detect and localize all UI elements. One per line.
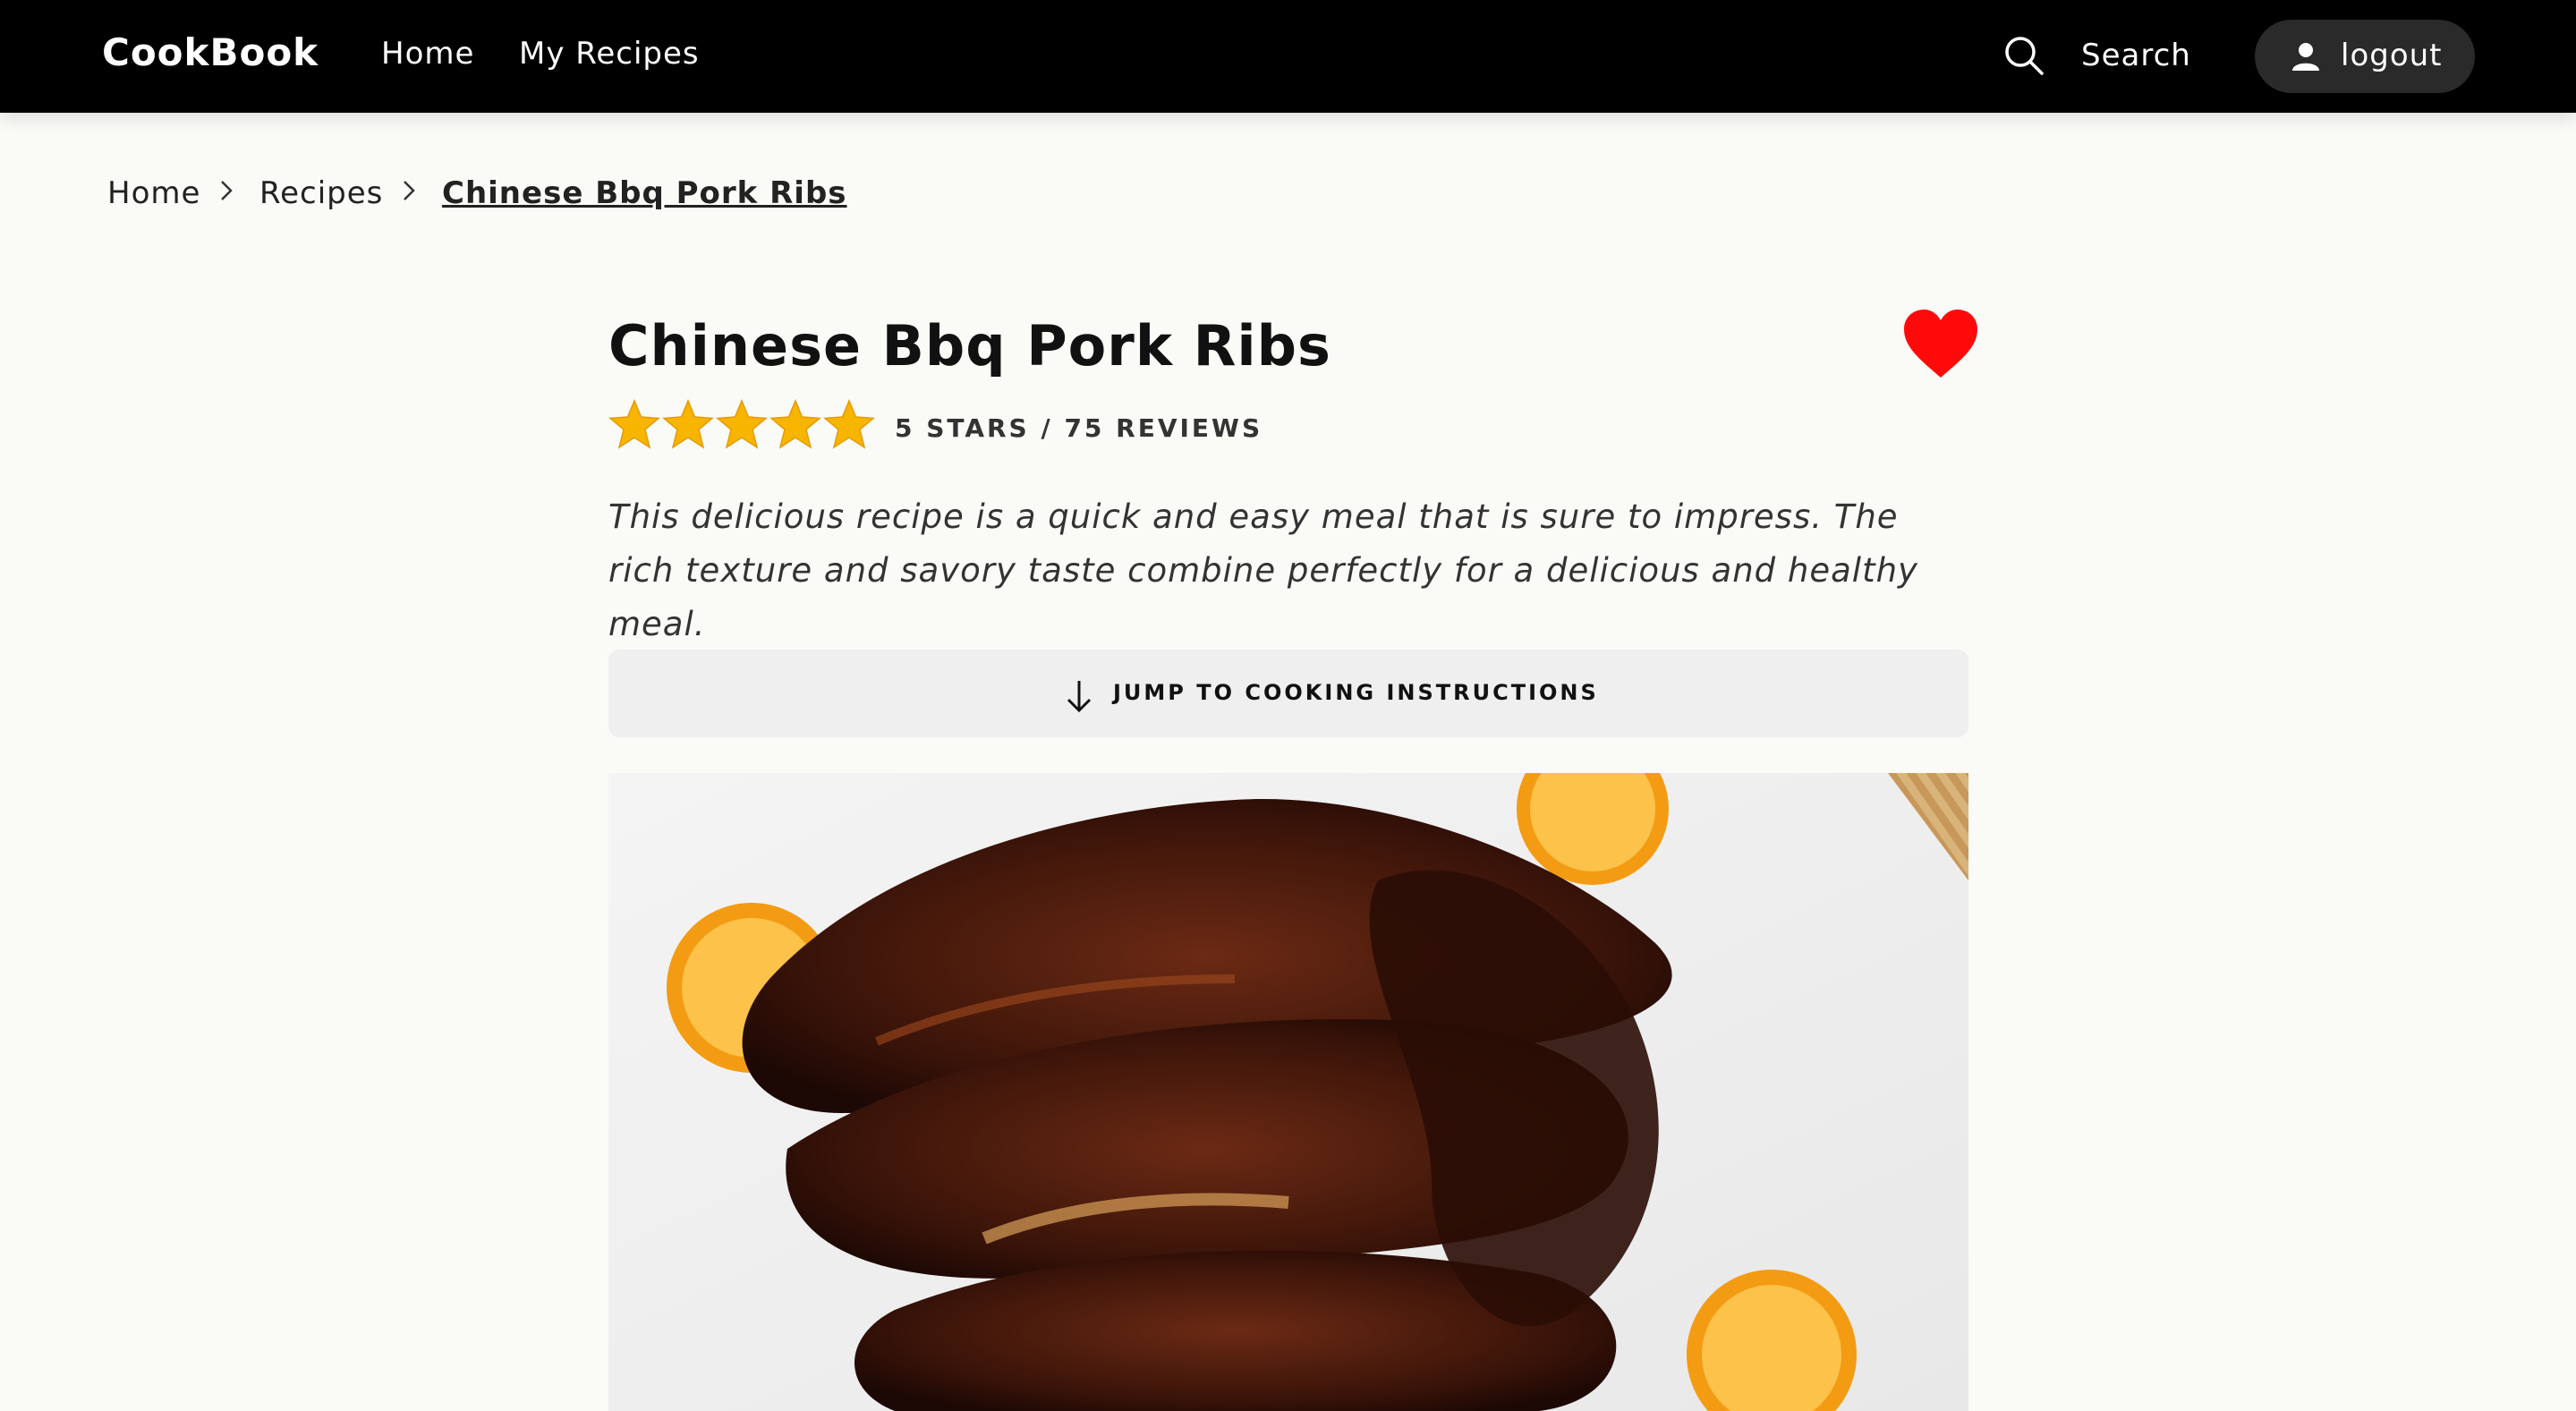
star-icon [662,399,714,449]
brand-logo[interactable]: CookBook [102,30,319,74]
top-navbar: CookBook Home My Recipes Search logout [0,0,2576,113]
star-icon [716,399,768,449]
logout-button[interactable]: logout [2255,20,2475,93]
nav-link-my-recipes[interactable]: My Recipes [519,36,700,72]
rating-summary: 5 STARS / 75 REVIEWS [895,413,1263,443]
recipe-title: Chinese Bbq Pork Ribs [608,313,1331,378]
favorite-heart-icon[interactable] [1902,308,1979,379]
recipe-photo [608,773,1968,1411]
star-icon [769,399,821,449]
search-icon[interactable] [2002,34,2045,77]
jump-to-instructions-label: JUMP TO COOKING INSTRUCTIONS [1113,680,1599,705]
breadcrumb-recipes[interactable]: Recipes [259,175,383,211]
nav-link-home[interactable]: Home [381,36,474,72]
breadcrumb-current[interactable]: Chinese Bbq Pork Ribs [442,175,847,211]
chevron-right-icon [404,181,415,200]
search-link[interactable]: Search [2081,38,2191,73]
star-icon [608,399,660,449]
arrow-down-icon [1067,681,1092,713]
bbq-ribs-illustration [608,773,1968,1411]
logout-label: logout [2341,38,2443,73]
chevron-right-icon [221,181,233,200]
jump-to-instructions-button[interactable]: JUMP TO COOKING INSTRUCTIONS [608,650,1968,737]
star-icon [823,399,875,449]
recipe-description: This delicious recipe is a quick and eas… [608,497,1918,643]
user-icon [2292,43,2319,71]
breadcrumb-home[interactable]: Home [107,175,200,211]
star-rating [608,399,877,451]
